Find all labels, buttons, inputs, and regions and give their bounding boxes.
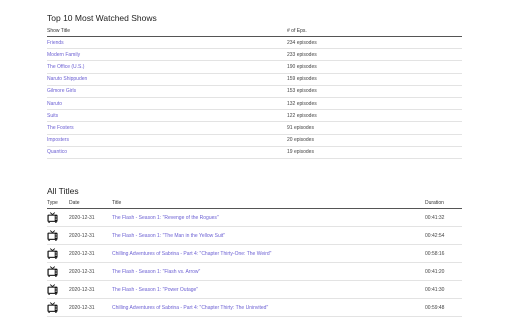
watch-date: 2020-12-31	[69, 244, 112, 263]
table-row: Naruto Shippuden 159 episodes	[47, 73, 462, 86]
type-cell	[47, 226, 69, 245]
tv-icon	[47, 302, 69, 313]
column-header-duration: Duration	[425, 198, 462, 209]
column-header-date: Date	[69, 198, 112, 209]
episode-count: 20 episodes	[287, 134, 462, 147]
top-shows-table: Show Title # of Eps. Friends 234 episodes…	[47, 26, 462, 159]
title-link[interactable]: Chilling Adventures of Sabrina - Part 4:…	[112, 305, 268, 311]
show-title-cell: Friends	[47, 36, 287, 50]
show-title-link[interactable]: Modern Family	[47, 52, 80, 58]
episode-count: 159 episodes	[287, 73, 462, 86]
episode-count: 153 episodes	[287, 85, 462, 98]
table-row: The Office (U.S.) 190 episodes	[47, 60, 462, 74]
table-row: 2020-12-31 The Flash - Season 1: "The Man…	[47, 226, 462, 245]
title-link[interactable]: The Flash - Season 1: "Power Outage"	[112, 287, 198, 293]
table-row: Naruto 132 episodes	[47, 97, 462, 111]
episode-count: 234 episodes	[287, 36, 462, 50]
watch-date: 2020-12-31	[69, 262, 112, 281]
tv-icon	[47, 248, 69, 259]
table-row: Modern Family 233 episodes	[47, 48, 462, 62]
show-title-cell: The Office (U.S.)	[47, 60, 287, 74]
show-title-cell: Naruto	[47, 97, 287, 111]
title-link[interactable]: The Flash - Season 1: "The Man in the Ye…	[112, 233, 225, 239]
all-titles-heading: All Titles	[47, 186, 79, 196]
title-link[interactable]: The Flash - Season 1: "Flash vs. Arrow"	[112, 269, 200, 275]
show-title-link[interactable]: Imposters	[47, 137, 69, 143]
tv-icon	[47, 230, 69, 241]
duration: 00:58:16	[425, 244, 462, 263]
table-row: 2020-12-31 Chilling Adventures of Sabrina…	[47, 244, 462, 263]
column-header-show-title: Show Title	[47, 26, 287, 37]
show-title-link[interactable]: The Office (U.S.)	[47, 64, 84, 70]
episode-count: 91 episodes	[287, 121, 462, 135]
column-header-type: Type	[47, 198, 69, 209]
show-title-link[interactable]: Gilmore Girls	[47, 88, 76, 94]
table-row: 2020-12-31 Chilling Adventures of Sabrina…	[47, 298, 462, 317]
episode-count: 190 episodes	[287, 60, 462, 74]
show-title-cell: Imposters	[47, 134, 287, 147]
title-cell: The Flash - Season 1: "The Man in the Ye…	[112, 226, 425, 245]
tv-icon	[47, 284, 69, 295]
show-title-link[interactable]: Naruto Shippuden	[47, 76, 87, 82]
table-row: Gilmore Girls 153 episodes	[47, 85, 462, 98]
top-shows-body: Friends 234 episodes Modern Family 233 epis…	[47, 36, 462, 159]
type-cell	[47, 280, 69, 299]
title-link[interactable]: The Flash - Season 1: "Revenge of the Ro…	[112, 215, 219, 221]
type-cell	[47, 298, 69, 317]
episode-count: 19 episodes	[287, 146, 462, 159]
show-title-link[interactable]: Naruto	[47, 101, 62, 107]
table-row: 2020-12-31 The Flash - Season 1: "Flash v…	[47, 262, 462, 281]
table-row: 2020-12-31 The Flash - Season 1: "Revenge…	[47, 208, 462, 227]
type-cell	[47, 244, 69, 263]
title-cell: The Flash - Season 1: "Flash vs. Arrow"	[112, 262, 425, 281]
title-cell: Chilling Adventures of Sabrina - Part 4:…	[112, 298, 425, 317]
top-shows-header-row: Show Title # of Eps.	[47, 26, 462, 37]
duration: 00:59:48	[425, 298, 462, 317]
duration: 00:41:20	[425, 262, 462, 281]
watch-date: 2020-12-31	[69, 208, 112, 227]
all-titles-table: Type Date Title Duration 2020-12-31 The F…	[47, 198, 462, 317]
title-cell: Chilling Adventures of Sabrina - Part 4:…	[112, 244, 425, 263]
type-cell	[47, 208, 69, 227]
show-title-cell: Modern Family	[47, 48, 287, 62]
all-titles-body: 2020-12-31 The Flash - Season 1: "Revenge…	[47, 208, 462, 317]
column-header-episodes: # of Eps.	[287, 26, 462, 37]
watch-date: 2020-12-31	[69, 298, 112, 317]
episode-count: 132 episodes	[287, 97, 462, 111]
show-title-link[interactable]: Friends	[47, 40, 64, 46]
tv-icon	[47, 212, 69, 223]
show-title-link[interactable]: Quantico	[47, 149, 67, 155]
watch-date: 2020-12-31	[69, 226, 112, 245]
duration: 00:41:30	[425, 280, 462, 299]
type-cell	[47, 262, 69, 281]
watch-date: 2020-12-31	[69, 280, 112, 299]
duration: 00:41:32	[425, 208, 462, 227]
table-row: Imposters 20 episodes	[47, 134, 462, 147]
table-row: The Fosters 91 episodes	[47, 121, 462, 135]
show-title-link[interactable]: Suits	[47, 113, 58, 119]
episode-count: 122 episodes	[287, 109, 462, 123]
table-row: Suits 122 episodes	[47, 109, 462, 123]
tv-icon	[47, 266, 69, 277]
page: Top 10 Most Watched Shows Show Title # o…	[0, 0, 512, 320]
table-row: 2020-12-31 The Flash - Season 1: "Power O…	[47, 280, 462, 299]
show-title-cell: Suits	[47, 109, 287, 123]
episode-count: 233 episodes	[287, 48, 462, 62]
title-link[interactable]: Chilling Adventures of Sabrina - Part 4:…	[112, 251, 271, 257]
show-title-cell: The Fosters	[47, 121, 287, 135]
title-cell: The Flash - Season 1: "Power Outage"	[112, 280, 425, 299]
show-title-cell: Naruto Shippuden	[47, 73, 287, 86]
title-cell: The Flash - Season 1: "Revenge of the Ro…	[112, 208, 425, 227]
table-row: Friends 234 episodes	[47, 36, 462, 50]
table-row: Quantico 19 episodes	[47, 146, 462, 159]
show-title-cell: Quantico	[47, 146, 287, 159]
top-shows-heading: Top 10 Most Watched Shows	[47, 13, 157, 23]
column-header-title: Title	[112, 198, 425, 209]
all-titles-header-row: Type Date Title Duration	[47, 198, 462, 209]
duration: 00:42:54	[425, 226, 462, 245]
show-title-link[interactable]: The Fosters	[47, 125, 74, 131]
show-title-cell: Gilmore Girls	[47, 85, 287, 98]
